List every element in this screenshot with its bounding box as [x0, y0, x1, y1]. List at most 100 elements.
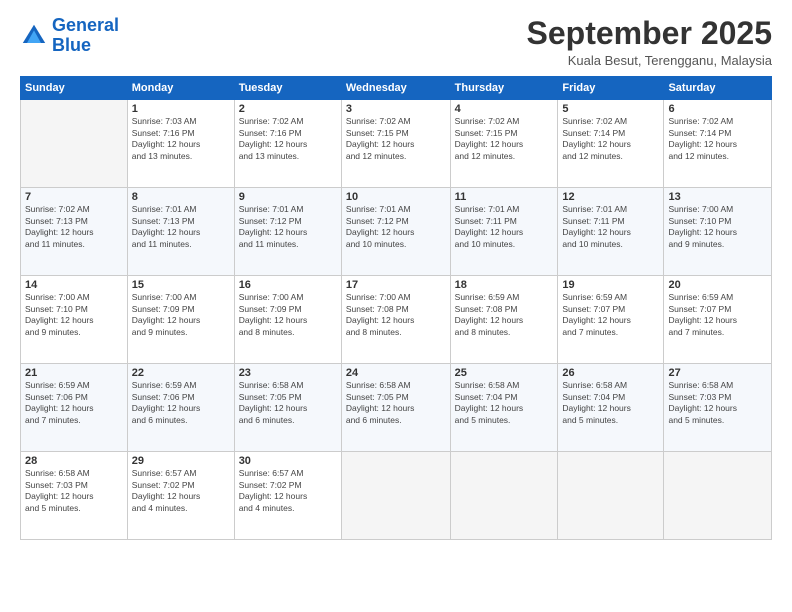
table-cell: 12Sunrise: 7:01 AM Sunset: 7:11 PM Dayli…	[558, 188, 664, 276]
day-info: Sunrise: 6:58 AM Sunset: 7:05 PM Dayligh…	[346, 380, 446, 426]
day-number: 10	[346, 191, 446, 203]
day-number: 20	[668, 279, 767, 291]
day-info: Sunrise: 6:59 AM Sunset: 7:07 PM Dayligh…	[562, 292, 659, 338]
day-number: 30	[239, 455, 337, 467]
day-info: Sunrise: 6:59 AM Sunset: 7:07 PM Dayligh…	[668, 292, 767, 338]
day-info: Sunrise: 7:00 AM Sunset: 7:10 PM Dayligh…	[25, 292, 123, 338]
table-cell: 24Sunrise: 6:58 AM Sunset: 7:05 PM Dayli…	[341, 364, 450, 452]
title-area: September 2025 Kuala Besut, Terengganu, …	[527, 16, 772, 68]
day-info: Sunrise: 7:01 AM Sunset: 7:12 PM Dayligh…	[346, 204, 446, 250]
month-title: September 2025	[527, 16, 772, 51]
col-thursday: Thursday	[450, 77, 558, 100]
day-number: 28	[25, 455, 123, 467]
week-row: 21Sunrise: 6:59 AM Sunset: 7:06 PM Dayli…	[21, 364, 772, 452]
day-number: 1	[132, 103, 230, 115]
week-row: 1Sunrise: 7:03 AM Sunset: 7:16 PM Daylig…	[21, 100, 772, 188]
day-info: Sunrise: 6:59 AM Sunset: 7:06 PM Dayligh…	[25, 380, 123, 426]
table-cell: 18Sunrise: 6:59 AM Sunset: 7:08 PM Dayli…	[450, 276, 558, 364]
table-cell: 7Sunrise: 7:02 AM Sunset: 7:13 PM Daylig…	[21, 188, 128, 276]
day-info: Sunrise: 6:58 AM Sunset: 7:04 PM Dayligh…	[455, 380, 554, 426]
col-friday: Friday	[558, 77, 664, 100]
logo-icon	[20, 22, 48, 50]
day-info: Sunrise: 7:02 AM Sunset: 7:13 PM Dayligh…	[25, 204, 123, 250]
table-cell: 13Sunrise: 7:00 AM Sunset: 7:10 PM Dayli…	[664, 188, 772, 276]
table-cell: 19Sunrise: 6:59 AM Sunset: 7:07 PM Dayli…	[558, 276, 664, 364]
day-number: 16	[239, 279, 337, 291]
col-monday: Monday	[127, 77, 234, 100]
table-cell: 4Sunrise: 7:02 AM Sunset: 7:15 PM Daylig…	[450, 100, 558, 188]
table-cell: 17Sunrise: 7:00 AM Sunset: 7:08 PM Dayli…	[341, 276, 450, 364]
day-number: 4	[455, 103, 554, 115]
day-info: Sunrise: 6:57 AM Sunset: 7:02 PM Dayligh…	[132, 468, 230, 514]
day-number: 18	[455, 279, 554, 291]
table-cell	[21, 100, 128, 188]
day-number: 11	[455, 191, 554, 203]
page: General Blue September 2025 Kuala Besut,…	[0, 0, 792, 612]
day-number: 9	[239, 191, 337, 203]
day-info: Sunrise: 7:02 AM Sunset: 7:15 PM Dayligh…	[346, 116, 446, 162]
table-cell	[664, 452, 772, 540]
day-number: 12	[562, 191, 659, 203]
day-info: Sunrise: 7:02 AM Sunset: 7:14 PM Dayligh…	[668, 116, 767, 162]
logo-text: General Blue	[52, 16, 119, 56]
col-wednesday: Wednesday	[341, 77, 450, 100]
logo: General Blue	[20, 16, 119, 56]
table-cell: 9Sunrise: 7:01 AM Sunset: 7:12 PM Daylig…	[234, 188, 341, 276]
table-cell: 21Sunrise: 6:59 AM Sunset: 7:06 PM Dayli…	[21, 364, 128, 452]
day-number: 2	[239, 103, 337, 115]
table-cell	[558, 452, 664, 540]
table-cell: 14Sunrise: 7:00 AM Sunset: 7:10 PM Dayli…	[21, 276, 128, 364]
week-row: 28Sunrise: 6:58 AM Sunset: 7:03 PM Dayli…	[21, 452, 772, 540]
day-number: 24	[346, 367, 446, 379]
calendar-table: Sunday Monday Tuesday Wednesday Thursday…	[20, 76, 772, 540]
week-row: 7Sunrise: 7:02 AM Sunset: 7:13 PM Daylig…	[21, 188, 772, 276]
col-tuesday: Tuesday	[234, 77, 341, 100]
day-info: Sunrise: 7:03 AM Sunset: 7:16 PM Dayligh…	[132, 116, 230, 162]
day-number: 26	[562, 367, 659, 379]
table-cell: 16Sunrise: 7:00 AM Sunset: 7:09 PM Dayli…	[234, 276, 341, 364]
table-cell: 27Sunrise: 6:58 AM Sunset: 7:03 PM Dayli…	[664, 364, 772, 452]
day-number: 7	[25, 191, 123, 203]
day-number: 6	[668, 103, 767, 115]
table-cell: 10Sunrise: 7:01 AM Sunset: 7:12 PM Dayli…	[341, 188, 450, 276]
table-cell: 23Sunrise: 6:58 AM Sunset: 7:05 PM Dayli…	[234, 364, 341, 452]
day-info: Sunrise: 6:58 AM Sunset: 7:04 PM Dayligh…	[562, 380, 659, 426]
table-cell: 5Sunrise: 7:02 AM Sunset: 7:14 PM Daylig…	[558, 100, 664, 188]
day-number: 29	[132, 455, 230, 467]
table-cell: 11Sunrise: 7:01 AM Sunset: 7:11 PM Dayli…	[450, 188, 558, 276]
table-cell: 8Sunrise: 7:01 AM Sunset: 7:13 PM Daylig…	[127, 188, 234, 276]
day-number: 15	[132, 279, 230, 291]
table-cell: 15Sunrise: 7:00 AM Sunset: 7:09 PM Dayli…	[127, 276, 234, 364]
location-subtitle: Kuala Besut, Terengganu, Malaysia	[527, 53, 772, 68]
day-info: Sunrise: 7:01 AM Sunset: 7:12 PM Dayligh…	[239, 204, 337, 250]
table-cell	[341, 452, 450, 540]
day-info: Sunrise: 6:59 AM Sunset: 7:08 PM Dayligh…	[455, 292, 554, 338]
day-number: 3	[346, 103, 446, 115]
table-cell: 29Sunrise: 6:57 AM Sunset: 7:02 PM Dayli…	[127, 452, 234, 540]
day-number: 23	[239, 367, 337, 379]
week-row: 14Sunrise: 7:00 AM Sunset: 7:10 PM Dayli…	[21, 276, 772, 364]
day-info: Sunrise: 7:00 AM Sunset: 7:09 PM Dayligh…	[132, 292, 230, 338]
day-info: Sunrise: 7:02 AM Sunset: 7:15 PM Dayligh…	[455, 116, 554, 162]
header-area: General Blue September 2025 Kuala Besut,…	[20, 16, 772, 68]
day-info: Sunrise: 6:58 AM Sunset: 7:03 PM Dayligh…	[25, 468, 123, 514]
table-cell: 28Sunrise: 6:58 AM Sunset: 7:03 PM Dayli…	[21, 452, 128, 540]
table-cell: 1Sunrise: 7:03 AM Sunset: 7:16 PM Daylig…	[127, 100, 234, 188]
day-info: Sunrise: 7:01 AM Sunset: 7:13 PM Dayligh…	[132, 204, 230, 250]
table-cell: 25Sunrise: 6:58 AM Sunset: 7:04 PM Dayli…	[450, 364, 558, 452]
day-info: Sunrise: 7:00 AM Sunset: 7:09 PM Dayligh…	[239, 292, 337, 338]
day-number: 21	[25, 367, 123, 379]
day-number: 5	[562, 103, 659, 115]
table-cell: 30Sunrise: 6:57 AM Sunset: 7:02 PM Dayli…	[234, 452, 341, 540]
table-cell: 20Sunrise: 6:59 AM Sunset: 7:07 PM Dayli…	[664, 276, 772, 364]
day-info: Sunrise: 7:00 AM Sunset: 7:08 PM Dayligh…	[346, 292, 446, 338]
day-info: Sunrise: 7:01 AM Sunset: 7:11 PM Dayligh…	[562, 204, 659, 250]
day-info: Sunrise: 6:58 AM Sunset: 7:05 PM Dayligh…	[239, 380, 337, 426]
day-info: Sunrise: 7:02 AM Sunset: 7:16 PM Dayligh…	[239, 116, 337, 162]
day-info: Sunrise: 7:01 AM Sunset: 7:11 PM Dayligh…	[455, 204, 554, 250]
day-number: 25	[455, 367, 554, 379]
day-number: 19	[562, 279, 659, 291]
header-row: Sunday Monday Tuesday Wednesday Thursday…	[21, 77, 772, 100]
day-number: 8	[132, 191, 230, 203]
table-cell	[450, 452, 558, 540]
